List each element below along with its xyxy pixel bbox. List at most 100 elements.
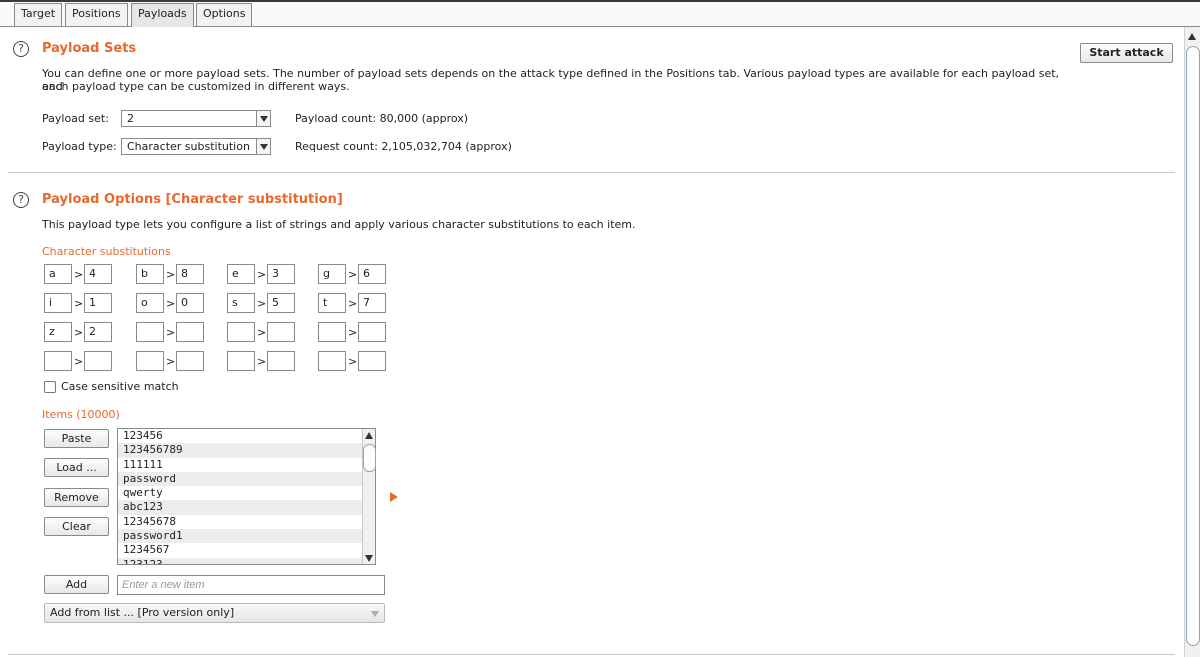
list-item[interactable]: 123456789 (118, 443, 375, 458)
substitution-from-field[interactable] (136, 351, 164, 371)
substitution-to-field[interactable]: 7 (358, 293, 386, 313)
remove-button[interactable]: Remove (44, 488, 109, 507)
substitution-to-field[interactable] (267, 322, 295, 342)
substitution-to-field[interactable] (358, 322, 386, 342)
substitution-to-field[interactable] (176, 351, 204, 371)
start-attack-button[interactable]: Start attack (1080, 43, 1173, 63)
payload-set-select[interactable]: 2 (121, 110, 271, 127)
substitution-arrow: > (257, 355, 267, 368)
list-item[interactable]: 123456 (118, 429, 375, 443)
payload-sets-description-line2: each payload type can be customized in d… (42, 80, 350, 93)
substitution-to-field[interactable] (267, 351, 295, 371)
character-substitutions-label: Character substitutions (42, 245, 171, 258)
payload-sets-title: Payload Sets (42, 41, 137, 56)
add-button[interactable]: Add (44, 575, 109, 594)
tab-positions[interactable]: Positions (65, 3, 128, 26)
substitution-from-field[interactable]: b (136, 264, 164, 284)
payload-options-description: This payload type lets you configure a l… (42, 218, 636, 231)
case-sensitive-checkbox[interactable] (44, 381, 56, 393)
list-item[interactable]: 12345678 (118, 515, 375, 529)
scroll-up-icon[interactable] (365, 432, 373, 439)
substitution-from-field[interactable]: z (44, 322, 72, 342)
items-list-scrollbar-thumb[interactable] (363, 444, 376, 472)
substitution-to-field[interactable] (358, 351, 386, 371)
add-from-list-select[interactable]: Add from list ... [Pro version only] (44, 603, 385, 623)
substitution-arrow: > (348, 355, 358, 368)
items-label: Items (10000) (42, 408, 120, 421)
items-list[interactable]: 123456 123456789 111111 password qwerty abc12… (117, 428, 376, 565)
substitution-to-field[interactable] (84, 351, 112, 371)
substitution-arrow: > (257, 326, 267, 339)
list-item[interactable]: 111111 (118, 458, 375, 472)
substitution-from-field[interactable]: o (136, 293, 164, 313)
substitution-from-field[interactable]: g (318, 264, 346, 284)
substitution-arrow: > (74, 326, 84, 339)
list-item[interactable]: qwerty (118, 486, 375, 500)
list-item[interactable]: 1234567 (118, 543, 375, 557)
request-count: Request count: 2,105,032,704 (approx) (295, 140, 512, 153)
add-from-list-label: Add from list ... [Pro version only] (50, 606, 235, 619)
substitution-arrow: > (74, 355, 84, 368)
help-icon[interactable]: ? (13, 192, 29, 208)
clear-button[interactable]: Clear (44, 517, 109, 536)
substitution-from-field[interactable] (318, 351, 346, 371)
section-divider (8, 654, 1175, 655)
case-sensitive-label: Case sensitive match (61, 380, 179, 393)
substitution-arrow: > (166, 326, 176, 339)
substitution-to-field[interactable]: 8 (176, 264, 204, 284)
paste-button[interactable]: Paste (44, 429, 109, 448)
substitution-arrow: > (348, 326, 358, 339)
substitution-from-field[interactable]: s (227, 293, 255, 313)
tab-options[interactable]: Options (196, 3, 253, 26)
help-icon[interactable]: ? (13, 41, 29, 57)
main-scrollbar-thumb[interactable] (1186, 46, 1200, 646)
load-button[interactable]: Load ... (44, 458, 109, 477)
substitution-to-field[interactable] (176, 322, 204, 342)
substitution-arrow: > (74, 297, 84, 310)
substitution-to-field[interactable]: 6 (358, 264, 386, 284)
payload-set-label: Payload set: (42, 112, 109, 125)
substitution-arrow: > (166, 355, 176, 368)
substitution-arrow: > (348, 297, 358, 310)
substitution-arrow: > (166, 297, 176, 310)
substitution-from-field[interactable] (44, 351, 72, 371)
substitution-from-field[interactable]: t (318, 293, 346, 313)
payload-type-value: Character substitution (127, 140, 250, 153)
scroll-up-icon[interactable] (1188, 33, 1196, 40)
substitution-arrow: > (74, 268, 84, 281)
substitution-from-field[interactable]: i (44, 293, 72, 313)
chevron-down-icon[interactable] (256, 111, 270, 126)
substitution-to-field[interactable]: 1 (84, 293, 112, 313)
substitution-arrow: > (257, 268, 267, 281)
payload-type-label: Payload type: (42, 140, 117, 153)
substitution-from-field[interactable] (227, 351, 255, 371)
payload-type-select[interactable]: Character substitution (121, 138, 271, 155)
list-item[interactable]: abc123 (118, 500, 375, 515)
substitution-from-field[interactable] (318, 322, 346, 342)
payload-count: Payload count: 80,000 (approx) (295, 112, 469, 125)
list-item[interactable]: password1 (118, 529, 375, 544)
substitution-from-field[interactable]: e (227, 264, 255, 284)
substitution-arrow: > (166, 268, 176, 281)
substitution-from-field[interactable]: a (44, 264, 72, 284)
payload-set-value: 2 (127, 112, 134, 125)
tab-payloads[interactable]: Payloads (131, 3, 194, 27)
substitution-to-field[interactable]: 0 (176, 293, 204, 313)
substitution-from-field[interactable] (136, 322, 164, 342)
substitution-to-field[interactable]: 4 (84, 264, 112, 284)
scroll-down-icon[interactable] (365, 555, 373, 562)
section-divider (8, 172, 1175, 173)
payload-options-title: Payload Options [Character substitution] (42, 192, 343, 207)
substitution-to-field[interactable]: 3 (267, 264, 295, 284)
substitution-arrow: > (348, 268, 358, 281)
substitution-arrow: > (257, 297, 267, 310)
tab-target[interactable]: Target (14, 3, 63, 26)
chevron-down-icon[interactable] (256, 139, 270, 154)
substitution-from-field[interactable] (227, 322, 255, 342)
substitution-to-field[interactable]: 2 (84, 322, 112, 342)
substitution-to-field[interactable]: 5 (267, 293, 295, 313)
list-item[interactable]: 123123 (118, 557, 375, 564)
expand-arrow-icon[interactable] (390, 492, 398, 502)
new-item-input[interactable] (117, 575, 385, 595)
list-item[interactable]: password (118, 471, 375, 487)
